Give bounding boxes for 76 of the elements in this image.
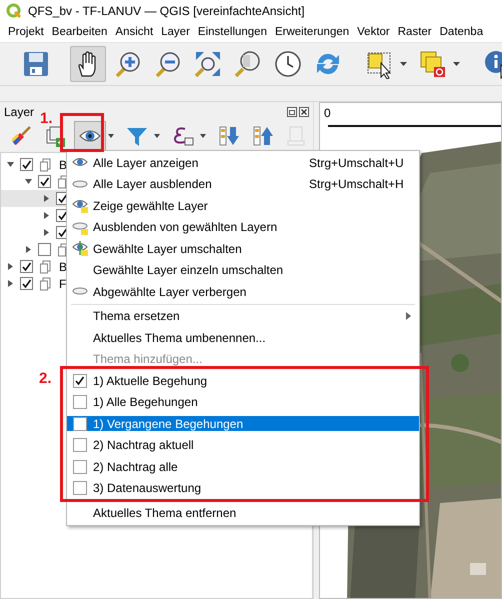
checkbox[interactable] (73, 481, 87, 496)
menu-item[interactable]: 2) Nachtrag alle (67, 459, 419, 474)
expand-arrow-icon[interactable] (43, 229, 50, 236)
menu-item[interactable]: Raster (394, 26, 436, 38)
step-label: 2. (39, 370, 52, 387)
caret-icon[interactable] (108, 134, 114, 138)
deselect-icon (418, 49, 448, 79)
menu-item[interactable]: Zeige gewählte Layer (67, 198, 419, 214)
menu-item[interactable]: Vektor (353, 26, 394, 38)
highlight-frame (60, 113, 104, 152)
toolbar-button[interactable] (70, 46, 106, 82)
menu-item[interactable]: Aktuelles Thema umbenennen... (67, 330, 419, 346)
close-icon (299, 107, 309, 117)
caret-icon[interactable] (400, 62, 407, 66)
menu-item[interactable]: 1) Aktuelle Begehung (67, 373, 419, 388)
float-icon (287, 107, 297, 117)
checkbox[interactable] (20, 277, 33, 290)
window-title: QFS_bv - TF-LANUV — QGIS [vereinfachteAnsicht] (28, 4, 305, 18)
menu-item[interactable]: 3) Datenauswertung (67, 480, 419, 496)
panel-title: Layer (4, 105, 34, 119)
expand-arrow-icon[interactable] (7, 280, 14, 287)
menu-item[interactable]: Alle Layer anzeigen Strg+Umschalt+U (67, 155, 419, 170)
checkbox[interactable] (38, 175, 51, 188)
eye-icon (72, 241, 88, 256)
checkbox[interactable] (20, 260, 33, 273)
checkbox[interactable] (73, 438, 87, 452)
menu-item[interactable]: 1) Vergangene Begehungen (67, 416, 419, 432)
layer-name[interactable]: F (59, 276, 66, 290)
zoom-full-icon (193, 49, 223, 79)
submenu-arrow-icon (406, 312, 411, 320)
closed-eye-icon (72, 220, 88, 235)
collapse-arrow-icon[interactable] (7, 161, 14, 168)
collapse-arrow-icon[interactable] (25, 178, 32, 185)
menu-item[interactable]: Gewählte Layer umschalten (67, 241, 419, 256)
collapse-all-icon (251, 124, 275, 148)
expand-all-icon (217, 124, 241, 148)
menu-item[interactable]: Abgewählte Layer verbergen (67, 284, 419, 300)
menu-item[interactable]: 2) Nachtrag aktuell (67, 438, 419, 453)
layer-group-icon (39, 260, 53, 274)
step-label: 1. (40, 110, 53, 127)
save-icon (21, 49, 51, 79)
expand-arrow-icon[interactable] (43, 212, 50, 219)
menu-item[interactable]: 1) Alle Begehungen (67, 394, 419, 410)
menu-item[interactable]: Datenba (436, 26, 488, 38)
brush-icon (9, 124, 33, 148)
menu-item[interactable]: Erweiterungen (270, 26, 354, 38)
clock-icon (273, 49, 303, 79)
menu-item[interactable]: Bearbeiten (48, 26, 112, 38)
menu-item[interactable]: Gewählte Layer einzeln umschalten (67, 262, 419, 278)
menu-item[interactable]: Layer (157, 26, 194, 38)
expand-arrow-icon[interactable] (7, 263, 14, 270)
checkbox[interactable] (73, 460, 87, 474)
menu-item[interactable]: Ansicht (111, 26, 158, 38)
caret-icon[interactable] (200, 134, 206, 138)
checkbox[interactable] (73, 395, 87, 410)
caret-icon[interactable] (453, 62, 460, 66)
layer-group-icon (39, 276, 53, 290)
menu-item[interactable]: Thema ersetzen (67, 308, 419, 324)
checkbox[interactable] (38, 243, 51, 256)
menu-item[interactable]: Projekt (4, 26, 48, 38)
expand-arrow-icon[interactable] (25, 246, 32, 253)
caret-icon[interactable] (154, 134, 160, 138)
layer-name[interactable]: B (59, 260, 68, 274)
scale-label: 0 (324, 106, 331, 120)
checkbox[interactable] (20, 158, 33, 171)
menu-item[interactable]: Ausblenden von gewählten Layern (67, 220, 419, 235)
menu-item[interactable]: Aktuelles Thema entfernen (67, 505, 419, 520)
layer-name[interactable]: B (59, 158, 68, 172)
checkbox[interactable] (73, 374, 87, 388)
menu-item[interactable]: Einstellungen (194, 26, 271, 38)
layer-group-icon (39, 158, 53, 172)
checkbox[interactable] (73, 416, 87, 431)
eye-icon (72, 198, 88, 214)
qgis-logo-icon (6, 3, 22, 19)
menu-item[interactable]: Alle Layer ausblenden Strg+Umschalt+H (67, 176, 419, 192)
expand-arrow-icon[interactable] (43, 195, 50, 202)
